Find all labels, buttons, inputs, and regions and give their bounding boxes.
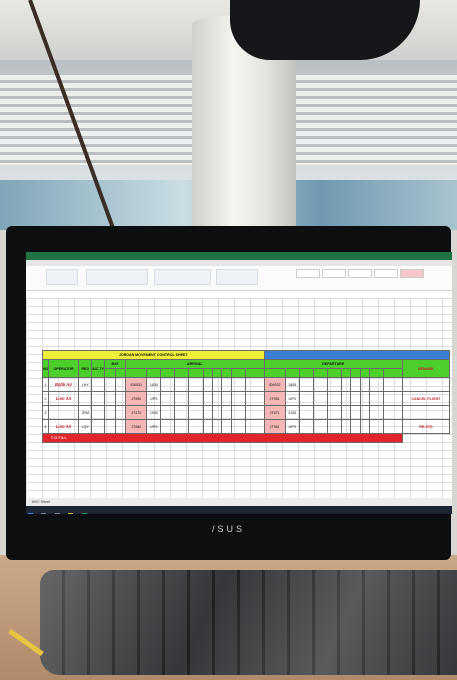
style-normal-4[interactable] [374, 269, 398, 278]
style-bad[interactable] [400, 269, 424, 278]
sheet-tabs[interactable]: MVC Sheet [26, 498, 452, 506]
sheet-tab[interactable]: MVC Sheet [32, 500, 50, 504]
plastic-cover [40, 570, 457, 675]
excel-icon[interactable] [81, 512, 87, 514]
start-icon[interactable] [28, 512, 33, 514]
excel-title-bar [26, 252, 452, 260]
ribbon-number-group[interactable] [216, 269, 258, 285]
sheet-title-right [263, 350, 451, 360]
windows-taskbar[interactable] [26, 506, 452, 514]
header-arrival: ARRIVAL [125, 359, 265, 369]
airline-logo: Lion Air [47, 419, 80, 434]
table-row: 1 Batik Air LHY ID6531 1630 ID6532 1805 [42, 377, 451, 392]
sheet-title: JORDAN MOVEMENT CONTROL SHEET [42, 350, 265, 360]
header-operator: OPERATOR [47, 359, 80, 378]
ribbon-alignment-group[interactable] [154, 269, 211, 285]
ribbon-clipboard-group[interactable] [46, 269, 78, 285]
airline-logo [47, 405, 80, 420]
movement-control-table: JORDAN MOVEMENT CONTROL SHEET NO OPERATO… [42, 350, 451, 443]
style-normal[interactable] [296, 269, 320, 278]
header-reg: REG [78, 359, 93, 378]
taskbar-app-icon[interactable] [54, 512, 60, 514]
ribbon-tabs[interactable] [26, 260, 452, 266]
style-normal-3[interactable] [348, 269, 372, 278]
office-photo: /SUS JORDAN MOVEMENT CONTROL SHEET NO OP… [0, 0, 457, 680]
total-row: T O T A L [42, 433, 403, 443]
table-row: 4 Lion Air LQY JT980 UPS JT981 UPS RE-ST… [42, 419, 451, 434]
airline-logo: Batik Air [47, 377, 80, 392]
monitor-brand-logo: /SUS [211, 524, 245, 534]
ribbon-font-group[interactable] [86, 269, 148, 285]
airline-logo: Lion Air [47, 391, 80, 406]
header-remark: REMARK [401, 359, 451, 378]
excel-ribbon[interactable] [26, 260, 452, 291]
header-departure: DEPARTURE [263, 359, 403, 369]
monitor-screen[interactable]: JORDAN MOVEMENT CONTROL SHEET NO OPERATO… [26, 252, 452, 514]
table-row: 2 Lion Air JT950 UPS JT951 UPS CANCEL FL… [42, 391, 451, 406]
header-ac-type: A/C TYPE [91, 359, 106, 378]
header-bay: BAY [104, 359, 127, 369]
folder-icon[interactable] [68, 512, 74, 514]
taskbar-app-icon[interactable] [41, 512, 47, 514]
style-normal-2[interactable] [322, 269, 346, 278]
table-row: 3 JRM JT470 1930 JT471 2105 [42, 405, 451, 420]
dark-object-top [230, 0, 420, 60]
